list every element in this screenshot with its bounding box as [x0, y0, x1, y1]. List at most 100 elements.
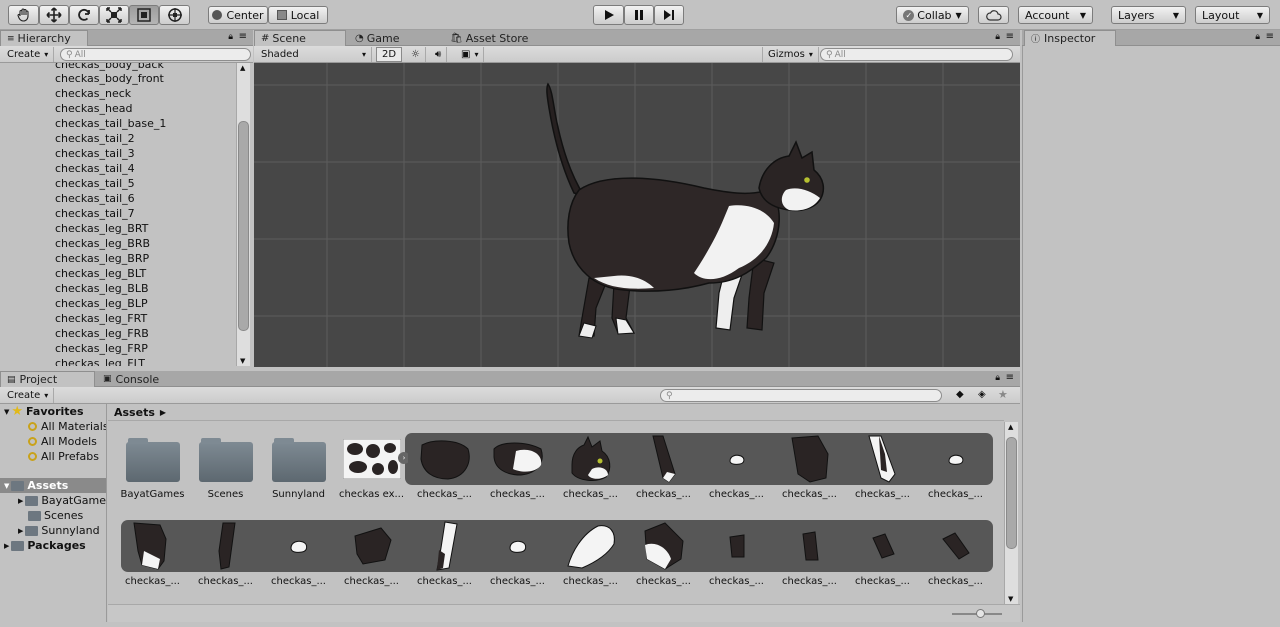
expand-arrow-icon[interactable]: ▼ [4, 482, 9, 490]
effects-dropdown[interactable]: ▣ ▾ [456, 47, 485, 62]
asset-sprite[interactable]: checkas_... [773, 521, 846, 589]
tab-game[interactable]: ◔ Game [349, 30, 399, 46]
pivot-center-button[interactable]: Center [208, 6, 268, 24]
asset-sprite[interactable]: checkas_... [554, 434, 627, 502]
tree-item-all-models[interactable]: All Models [28, 434, 97, 449]
list-item[interactable]: checkas_tail_4 [55, 161, 135, 176]
asset-sprite[interactable]: checkas_... [627, 434, 700, 502]
asset-sprite[interactable]: checkas_... [627, 521, 700, 589]
label-icon[interactable]: ◈ [978, 389, 986, 400]
tab-scene[interactable]: # Scene [254, 30, 346, 46]
expand-circle-icon[interactable]: › [398, 452, 408, 464]
project-search-input[interactable]: ⚲ [660, 389, 942, 402]
asset-sprite[interactable]: checkas_... [773, 434, 846, 502]
space-local-button[interactable]: Local [268, 6, 328, 24]
cloud-button[interactable] [978, 6, 1009, 24]
scene-search-input[interactable]: ⚲ All [820, 48, 1013, 61]
scale-tool-button[interactable] [99, 5, 129, 25]
tree-item-bayatgames[interactable]: ▶ BayatGames [18, 493, 106, 508]
tree-item-all-materials[interactable]: All Materials [28, 419, 106, 434]
mode-2d-toggle[interactable]: 2D [376, 47, 403, 62]
tree-item-sunnyland[interactable]: ▶ Sunnyland [18, 523, 100, 538]
play-button[interactable] [593, 5, 624, 25]
list-item[interactable]: checkas_leg_BLP [55, 296, 148, 311]
lock-icon[interactable]: 🔒︎ [228, 32, 233, 42]
list-item[interactable]: checkas_tail_3 [55, 146, 135, 161]
rotate-tool-button[interactable] [69, 5, 99, 25]
asset-grid-scrollbar[interactable]: ▲ ▼ [1004, 422, 1018, 604]
asset-sprite[interactable]: checkas_... [846, 521, 919, 589]
move-tool-button[interactable] [39, 5, 69, 25]
scroll-down-icon[interactable]: ▼ [1008, 595, 1013, 603]
star-icon[interactable]: ★ [998, 388, 1008, 401]
collab-button[interactable]: ✓ Collab ▼ [896, 6, 969, 24]
list-item[interactable]: checkas_body_front [55, 71, 164, 86]
tree-item-all-prefabs[interactable]: All Prefabs [28, 449, 99, 464]
scroll-down-icon[interactable]: ▼ [240, 357, 245, 365]
asset-sprite[interactable]: checkas_... [116, 521, 189, 589]
asset-sprite[interactable]: checkas_... [262, 521, 335, 589]
layers-dropdown[interactable]: Layers ▼ [1111, 6, 1186, 24]
lock-icon[interactable]: 🔒︎ [995, 32, 1000, 42]
list-item[interactable]: checkas_tail_base_1 [55, 116, 166, 131]
asset-sprite[interactable]: checkas_... [919, 521, 992, 589]
zoom-slider-handle[interactable] [976, 609, 985, 618]
list-item[interactable]: checkas_tail_5 [55, 176, 135, 191]
list-item[interactable]: checkas_leg_FRT [55, 311, 147, 326]
list-item[interactable]: checkas_leg_BLT [55, 266, 146, 281]
layout-dropdown[interactable]: Layout ▼ [1195, 6, 1270, 24]
audio-toggle[interactable]: 🔊︎ [430, 47, 448, 62]
step-button[interactable] [654, 5, 684, 25]
favorites-header[interactable]: ▼ ★ Favorites [4, 404, 84, 419]
expand-arrow-icon[interactable]: ▼ [4, 408, 9, 416]
list-item[interactable]: checkas_leg_BLB [55, 281, 149, 296]
tree-item-packages[interactable]: ▶ Packages [4, 538, 86, 553]
menu-icon[interactable]: ≡ [239, 31, 247, 42]
list-item[interactable]: checkas_leg_FRB [55, 326, 149, 341]
asset-sprite[interactable]: checkas_... [554, 521, 627, 589]
list-item[interactable]: checkas_leg_BRT [55, 221, 148, 236]
list-item[interactable]: checkas_leg_FRP [55, 341, 148, 356]
list-item[interactable]: checkas_tail_6 [55, 191, 135, 206]
asset-sprite[interactable]: checkas_... [700, 521, 773, 589]
asset-sprite[interactable]: checkas_... [408, 434, 481, 502]
expand-arrow-icon[interactable]: ▶ [18, 527, 23, 535]
scroll-up-icon[interactable]: ▲ [1008, 423, 1013, 431]
asset-sprite[interactable]: checkas_... [846, 434, 919, 502]
list-item[interactable]: checkas_leg_BRB [55, 236, 150, 251]
asset-sprite[interactable]: checkas_... [335, 521, 408, 589]
tab-hierarchy[interactable]: ≡ Hierarchy [0, 30, 88, 46]
transform-tool-button[interactable] [159, 5, 190, 25]
menu-icon[interactable]: ≡ [1266, 31, 1274, 42]
asset-sprite-sheet[interactable]: › checkas ex... [335, 434, 408, 502]
expand-arrow-icon[interactable]: ▶ [4, 542, 9, 550]
breadcrumb-item[interactable]: Assets [114, 406, 155, 419]
shading-mode-dropdown[interactable]: Shaded ▾ [256, 47, 372, 62]
cat-sprite[interactable] [534, 78, 834, 367]
gizmos-dropdown[interactable]: Gizmos ▾ [762, 47, 819, 62]
list-item[interactable]: checkas_leg_BRP [55, 251, 149, 266]
hierarchy-search-input[interactable]: ⚲ All [60, 48, 251, 61]
list-item[interactable]: checkas_neck [55, 86, 131, 101]
scene-viewport[interactable] [254, 63, 1020, 367]
hierarchy-scrollbar[interactable]: ▲ ▼ [236, 63, 250, 366]
scrollbar-thumb[interactable] [1006, 437, 1017, 549]
filter-type-icon[interactable]: ◆ [956, 389, 964, 400]
asset-folder-bayatgames[interactable]: BayatGames [116, 434, 189, 502]
lock-icon[interactable]: 🔒︎ [1255, 32, 1260, 42]
tree-item-assets[interactable]: ▼ Assets [0, 478, 106, 493]
asset-sprite[interactable]: checkas_... [919, 434, 992, 502]
list-item[interactable]: checkas_head [55, 101, 132, 116]
tab-asset-store[interactable]: 🛍︎ Asset Store [444, 30, 528, 46]
tab-console[interactable]: ▣ Console [97, 371, 159, 387]
tree-item-scenes[interactable]: Scenes [28, 508, 83, 523]
tab-project[interactable]: ▤ Project [0, 371, 95, 387]
lighting-toggle[interactable]: ☼ [406, 47, 426, 62]
asset-sprite[interactable]: checkas_... [481, 521, 554, 589]
scrollbar-thumb[interactable] [238, 121, 249, 331]
asset-sprite[interactable]: checkas_... [189, 521, 262, 589]
asset-folder-scenes[interactable]: Scenes [189, 434, 262, 502]
list-item[interactable]: checkas_tail_7 [55, 206, 135, 221]
project-create-button[interactable]: Create ▾ [2, 388, 55, 403]
pause-button[interactable] [624, 5, 654, 25]
